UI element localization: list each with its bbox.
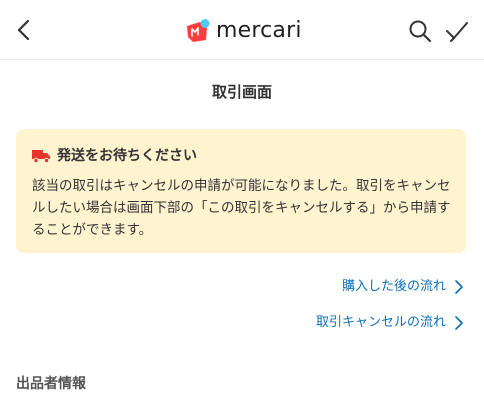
chevron-right-icon	[455, 280, 463, 294]
link-label: 購入した後の流れ	[341, 279, 446, 294]
after-purchase-flow-link[interactable]: 購入した後の流れ	[342, 277, 464, 297]
chevron-right-icon	[455, 316, 463, 330]
link-label: 取引キャンセルの流れ	[315, 315, 446, 330]
notice-body: 該当の取引はキャンセルの申請が可能になりました。取引をキャンセルしたい場合は画面…	[32, 178, 451, 238]
cancel-flow-link[interactable]: 取引キャンセルの流れ	[316, 313, 464, 333]
search-icon[interactable]	[407, 18, 433, 44]
truck-icon	[32, 150, 50, 163]
notice-header: 発送をお待ちください	[32, 145, 197, 167]
notice-title: 発送をお待ちください	[57, 148, 197, 164]
check-icon[interactable]	[444, 18, 470, 44]
page-title: 取引画面	[211, 83, 272, 101]
mercari-logo[interactable]: mercari	[185, 17, 302, 45]
chevron-left-icon[interactable]	[10, 16, 38, 44]
app-header: mercari	[0, 0, 484, 60]
logo-text: mercari	[216, 18, 302, 43]
shipping-notice: 発送をお待ちください 該当の取引はキャンセルの申請が可能になりました。取引をキャ…	[16, 129, 466, 253]
seller-info-heading: 出品者情報	[16, 376, 86, 392]
mercari-logo-icon	[187, 19, 210, 42]
